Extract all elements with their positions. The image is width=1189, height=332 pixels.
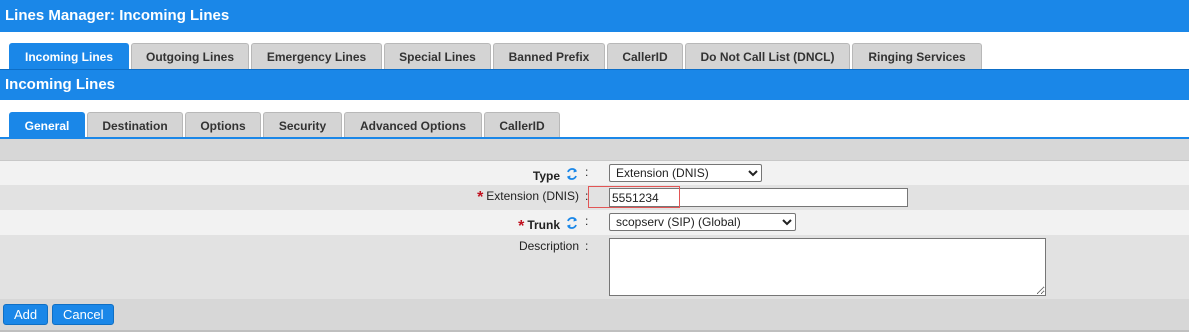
tab-outgoing-lines[interactable]: Outgoing Lines (131, 43, 249, 69)
tab-dncl[interactable]: Do Not Call List (DNCL) (685, 43, 850, 69)
extension-label-text: Extension (DNIS) (486, 189, 579, 203)
type-label-text: Type (532, 169, 560, 183)
extension-colon: : (585, 189, 589, 203)
tab-ringing-services[interactable]: Ringing Services (852, 43, 982, 69)
cancel-button[interactable]: Cancel (52, 304, 114, 325)
description-label: Description (518, 239, 579, 253)
tab-options[interactable]: Options (185, 112, 261, 138)
tab-destination[interactable]: Destination (87, 112, 183, 138)
description-colon: : (585, 239, 589, 253)
trunk-colon: : (585, 214, 589, 228)
required-asterisk: * (518, 218, 525, 235)
tab-advanced-options[interactable]: Advanced Options (344, 112, 482, 138)
add-button[interactable]: Add (3, 304, 48, 325)
extension-input[interactable] (609, 188, 908, 207)
trunk-label-text: Trunk (527, 218, 560, 232)
type-label: Type (533, 167, 579, 183)
type-row: Type : Extension (DNIS) (0, 161, 1189, 185)
tab-emergency-lines[interactable]: Emergency Lines (251, 43, 382, 69)
tab-general[interactable]: General (9, 112, 85, 138)
tab-callerid[interactable]: CallerID (607, 43, 683, 69)
form-footer: Add Cancel (0, 299, 1189, 330)
tab-incoming-lines[interactable]: Incoming Lines (9, 43, 129, 69)
tab-banned-prefix[interactable]: Banned Prefix (493, 43, 605, 69)
tab-sub-callerid[interactable]: CallerID (484, 112, 560, 138)
extension-label: * Extension (DNIS) (477, 189, 579, 207)
trunk-label: * Trunk (518, 216, 579, 236)
tab-security[interactable]: Security (263, 112, 342, 138)
main-tab-bar: Incoming Lines Outgoing Lines Emergency … (0, 32, 1189, 69)
title-bar: Lines Manager: Incoming Lines (0, 0, 1189, 32)
trunk-select[interactable]: scopserv (SIP) (Global) (609, 213, 796, 231)
form-header (0, 139, 1189, 161)
tab-special-lines[interactable]: Special Lines (384, 43, 491, 69)
section-title: Incoming Lines (5, 76, 116, 93)
description-textarea[interactable] (609, 238, 1046, 296)
section-header: Incoming Lines (0, 69, 1189, 100)
page-title: Lines Manager: Incoming Lines (5, 7, 230, 24)
trunk-row: * Trunk : scopserv (SIP) (Global) (0, 210, 1189, 235)
required-asterisk: * (477, 189, 484, 206)
description-row: Description : (0, 235, 1189, 299)
type-colon: : (585, 165, 589, 179)
extension-row: * Extension (DNIS) : (0, 185, 1189, 210)
sub-tab-bar: General Destination Options Security Adv… (0, 100, 1189, 138)
refresh-icon[interactable] (565, 167, 579, 181)
type-select[interactable]: Extension (DNIS) (609, 164, 762, 182)
refresh-icon[interactable] (565, 216, 579, 230)
